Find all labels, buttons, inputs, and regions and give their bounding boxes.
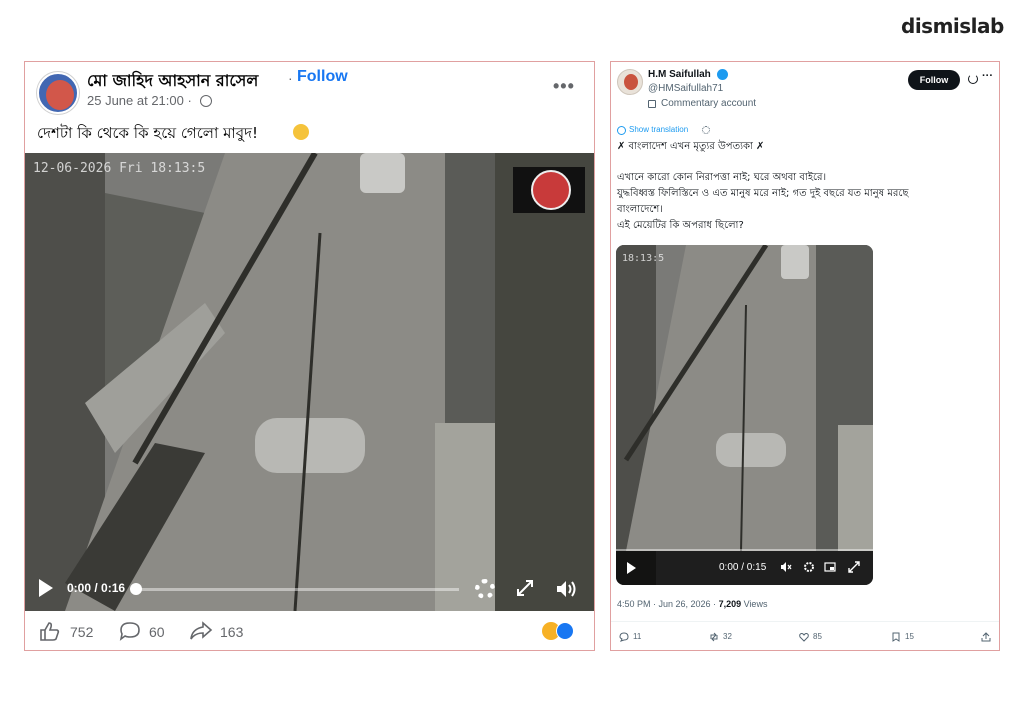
like-reaction-icon[interactable]	[556, 622, 574, 640]
verified-badge-icon	[717, 69, 728, 80]
like-count: 85	[813, 632, 822, 642]
reply-button[interactable]: 11	[619, 632, 641, 642]
video-frame	[616, 245, 873, 585]
play-icon[interactable]	[39, 579, 53, 597]
video-timer: 0:00 / 0:15	[719, 562, 767, 573]
x-post-card: H.M Saifullah @HMSaifullah71 Commentary …	[610, 61, 1000, 651]
bookmark-count: 15	[905, 632, 914, 642]
post-text-line: এই মেয়েটির কি অপরাধ ছিলো?	[617, 220, 744, 231]
show-translation-link[interactable]: Show translation	[629, 125, 688, 134]
seek-knob[interactable]	[130, 583, 142, 595]
post-text-line: ✗ বাংলাদেশ এখন মৃত্যুর উপত্যকা ✗	[617, 141, 765, 152]
video-player[interactable]: 18:13:5 0:00 / 0:15	[616, 245, 873, 585]
bookmark-button[interactable]: 15	[891, 632, 914, 642]
comment-icon[interactable]	[119, 621, 141, 641]
author-name[interactable]: মো জাহিদ আহসান রাসেল	[87, 68, 258, 95]
views-label: Views	[741, 599, 768, 609]
facebook-post-card: মো জাহিদ আহসান রাসেল · Follow 25 June at…	[24, 61, 595, 651]
reaction-bar: 752 60 163	[25, 611, 594, 651]
reply-count: 11	[633, 632, 642, 642]
repost-count: 32	[723, 632, 732, 642]
bookmark-icon	[892, 632, 900, 642]
cctv-timestamp: 12-06-2026 Fri 18:13:5	[33, 161, 206, 176]
repost-icon	[710, 632, 718, 642]
expand-icon[interactable]	[516, 579, 534, 597]
divider	[611, 621, 999, 622]
dismislab-logo: dismislab	[901, 14, 1004, 38]
play-icon[interactable]	[627, 562, 636, 574]
comment-count: 60	[149, 624, 165, 640]
post-text-line: এখানে কারো কোন নিরাপত্তা নাই; ঘরে অথবা ব…	[617, 172, 827, 183]
separator-dot: ·	[288, 70, 293, 86]
like-count: 752	[70, 624, 94, 640]
author-avatar[interactable]	[37, 72, 79, 114]
post-time[interactable]: 4:50 PM · Jun 26, 2026 ·	[617, 599, 719, 609]
volume-icon[interactable]	[555, 579, 577, 599]
share-icon	[981, 632, 991, 642]
follow-button[interactable]: Follow	[908, 70, 960, 90]
reply-icon	[619, 632, 629, 642]
volume-icon[interactable]	[780, 561, 792, 573]
grok-icon[interactable]	[968, 74, 978, 84]
post-text-line: যুদ্ধবিধ্বস্ত ফিলিস্তিনে ও এত মানুষ মরে …	[617, 188, 909, 199]
video-timer: 0:00 / 0:16	[67, 581, 126, 595]
post-meta: 4:50 PM · Jun 26, 2026 · 7,209 Views	[617, 599, 767, 609]
like-button[interactable]: 85	[799, 632, 822, 642]
crying-emoji-icon	[293, 124, 309, 140]
gear-icon[interactable]	[803, 561, 815, 573]
author-name[interactable]: H.M Saifullah	[648, 69, 711, 80]
share-count: 163	[220, 624, 244, 640]
video-controls: 0:00 / 0:16	[25, 567, 594, 611]
expand-icon[interactable]	[848, 561, 860, 573]
cctv-timestamp: 18:13:5	[622, 253, 665, 264]
heart-icon	[799, 632, 809, 642]
picture-in-picture-icon[interactable]	[824, 561, 836, 573]
commentary-label: Commentary account	[661, 98, 757, 109]
share-icon[interactable]	[189, 621, 213, 641]
channel-logo	[513, 167, 585, 213]
view-count: 7,209	[718, 599, 742, 609]
post-timestamp[interactable]: 25 June at 21:00 ·	[87, 93, 192, 108]
gear-icon[interactable]	[475, 579, 495, 599]
repost-button[interactable]: 32	[709, 632, 732, 642]
share-button[interactable]	[981, 632, 995, 642]
follow-link[interactable]: Follow	[297, 68, 348, 86]
gear-icon[interactable]	[702, 126, 710, 134]
post-text: দেশটা কি থেকে কি হয়ে গেলো মাবুদ!	[37, 124, 258, 142]
author-avatar[interactable]	[617, 69, 643, 95]
seek-bar[interactable]	[133, 588, 459, 591]
globe-icon	[200, 95, 212, 107]
video-player[interactable]: 12-06-2026 Fri 18:13:5 0:00 / 0:16	[25, 153, 594, 611]
video-controls: 0:00 / 0:15	[616, 551, 873, 585]
thumbs-up-icon[interactable]	[39, 621, 61, 641]
more-options-icon[interactable]: ···	[982, 70, 993, 82]
commentary-icon	[648, 100, 656, 108]
post-text-line: বাংলাদেশে।	[617, 204, 663, 215]
video-frame	[25, 153, 594, 611]
more-options-icon[interactable]: •••	[553, 76, 575, 97]
author-handle[interactable]: @HMSaifullah71	[648, 83, 723, 94]
translate-icon	[617, 126, 626, 135]
